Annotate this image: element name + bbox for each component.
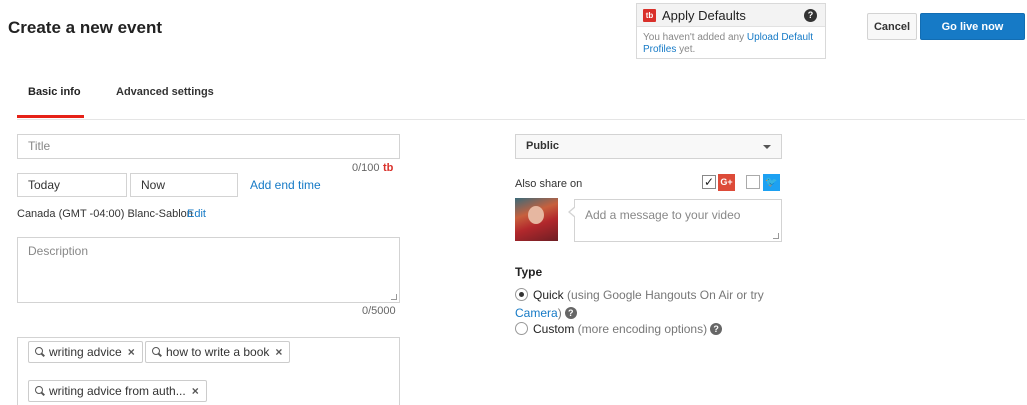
go-live-now-button[interactable]: Go live now: [920, 13, 1025, 40]
tab-basic-info[interactable]: Basic info: [28, 86, 81, 98]
start-time-input[interactable]: Now: [130, 173, 238, 197]
cancel-button[interactable]: Cancel: [867, 13, 917, 40]
tag-chip[interactable]: writing advice ×: [28, 341, 143, 363]
message-bubble-tail-inner: [570, 207, 576, 217]
tag-chip[interactable]: writing advice from auth... ×: [28, 380, 207, 402]
quick-option-label-continued: Camera)?: [515, 305, 577, 321]
title-input[interactable]: Title: [17, 134, 400, 159]
google-plus-checkbox[interactable]: ✓: [702, 175, 716, 189]
tubebuddy-logo-icon: tb: [643, 9, 656, 22]
twitter-checkbox[interactable]: [746, 175, 760, 189]
apply-defaults-header[interactable]: tb Apply Defaults ?: [637, 4, 825, 27]
avatar-face: [528, 206, 544, 224]
search-icon: [152, 347, 162, 357]
timezone-edit-link[interactable]: Edit: [187, 208, 206, 220]
page-title: Create a new event: [8, 18, 163, 37]
tag-label: writing advice from auth...: [49, 384, 186, 398]
custom-option-label[interactable]: Custom (more encoding options)?: [533, 321, 723, 337]
tab-advanced-settings[interactable]: Advanced settings: [116, 86, 214, 98]
search-icon: [35, 386, 45, 396]
help-icon[interactable]: ?: [564, 307, 577, 319]
resize-handle-icon[interactable]: [391, 294, 397, 300]
tag-chip[interactable]: how to write a book ×: [145, 341, 291, 363]
add-end-time-link[interactable]: Add end time: [250, 178, 321, 192]
apply-defaults-panel: tb Apply Defaults ? You haven't added an…: [636, 3, 826, 59]
share-message-input[interactable]: Add a message to your video: [574, 199, 782, 242]
google-plus-icon: G+: [718, 174, 735, 191]
camera-link[interactable]: Camera: [515, 306, 558, 320]
share-label: Also share on: [515, 178, 583, 190]
quick-option-label[interactable]: Quick (using Google Hangouts On Air or t…: [533, 287, 764, 303]
tag-label: how to write a book: [166, 345, 270, 359]
start-date-input[interactable]: Today: [17, 173, 127, 197]
chevron-down-icon: [763, 145, 771, 149]
active-tab-indicator: [17, 115, 84, 118]
custom-radio[interactable]: [515, 322, 528, 335]
close-icon[interactable]: ×: [275, 345, 282, 359]
description-char-count: 0/5000: [362, 305, 396, 317]
help-icon[interactable]: ?: [710, 323, 723, 335]
avatar: [515, 198, 558, 241]
tag-label: writing advice: [49, 345, 122, 359]
apply-defaults-message: You haven't added any Upload Default Pro…: [643, 32, 814, 55]
description-input[interactable]: Description: [17, 237, 400, 303]
description-placeholder: Description: [28, 244, 89, 258]
title-char-count: 0/100: [352, 162, 380, 174]
privacy-value: Public: [526, 140, 560, 152]
timezone-label: Canada (GMT -04:00) Blanc-Sablon: [17, 208, 193, 220]
close-icon[interactable]: ×: [192, 384, 199, 398]
quick-radio[interactable]: [515, 288, 528, 301]
twitter-icon: 🐦: [763, 174, 780, 191]
message-placeholder: Add a message to your video: [585, 208, 741, 222]
search-icon: [35, 347, 45, 357]
type-heading: Type: [515, 265, 543, 279]
tabs-divider: [17, 119, 1025, 120]
apply-defaults-title: Apply Defaults: [662, 8, 746, 23]
privacy-select[interactable]: Public: [515, 134, 782, 159]
close-icon[interactable]: ×: [128, 345, 135, 359]
tubebuddy-title-icon[interactable]: tb: [383, 162, 393, 174]
resize-handle-icon[interactable]: [773, 233, 779, 239]
help-icon[interactable]: ?: [804, 9, 817, 22]
